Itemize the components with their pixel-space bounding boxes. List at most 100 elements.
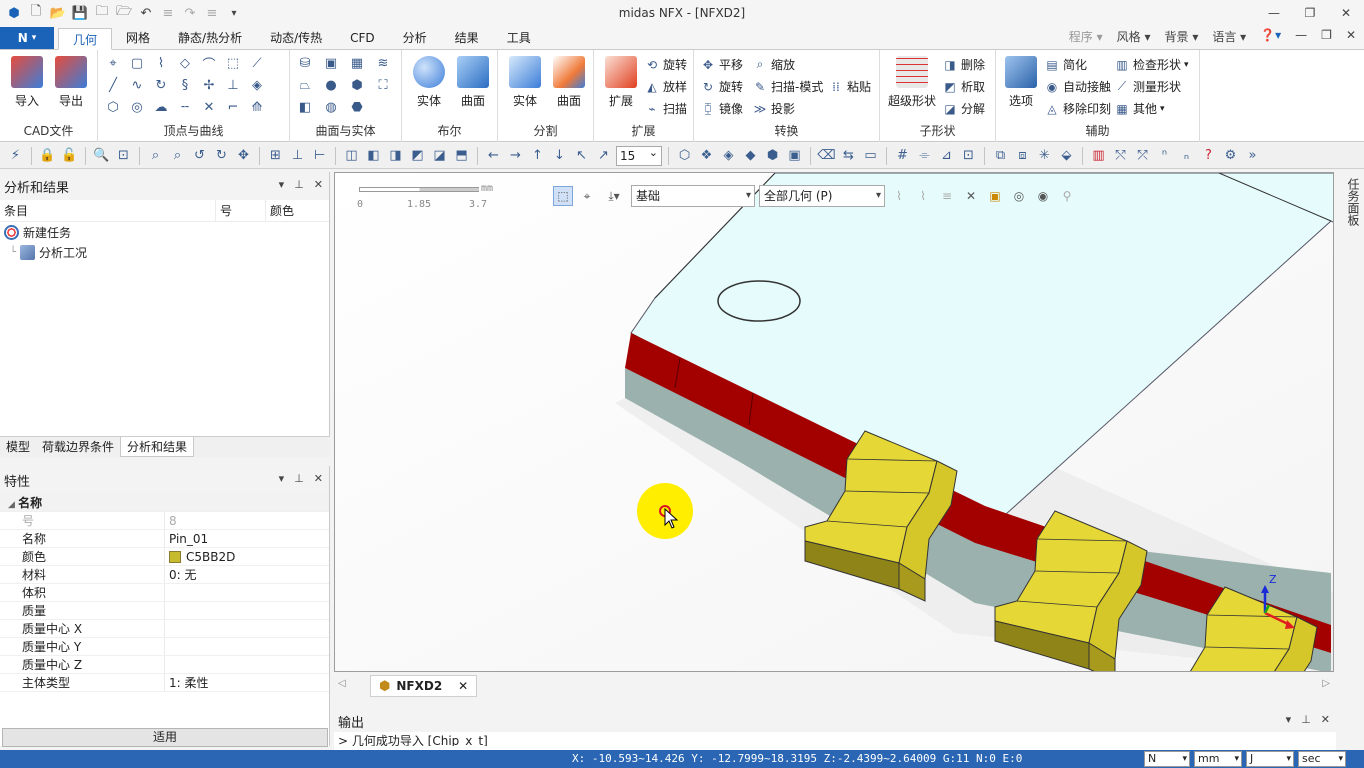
tab-cfd[interactable]: CFD xyxy=(336,27,389,49)
rotate-button[interactable]: ↻ 旋转 xyxy=(700,78,743,95)
cylinder-icon[interactable]: ⛁ xyxy=(296,54,314,72)
property-value[interactable] xyxy=(165,638,169,655)
property-value[interactable]: C5BB2D xyxy=(165,548,235,565)
explode-button[interactable]: ◩ 析取 xyxy=(942,78,985,95)
property-value[interactable] xyxy=(165,620,169,637)
wave-icon[interactable]: ≋ xyxy=(374,54,392,72)
panel-menu-icon[interactable]: ▾ xyxy=(1286,713,1292,726)
new-file-icon[interactable]: 🗋 xyxy=(26,3,46,23)
geometry-select[interactable]: 全部几何 (P) xyxy=(759,185,885,207)
cross-select-icon[interactable]: ✕ xyxy=(961,186,981,206)
view-left-icon[interactable]: ◩ xyxy=(408,146,427,165)
fillet-icon[interactable]: ⌐ xyxy=(224,98,242,116)
mesh-display-icon[interactable]: ❖ xyxy=(697,146,716,165)
surface-fill-icon[interactable]: ⛶ xyxy=(374,76,392,94)
ribbon-minimize-icon[interactable]: — xyxy=(1295,28,1307,45)
model-scene[interactable]: Z xyxy=(335,173,1334,672)
offset-icon[interactable]: ⟰ xyxy=(248,98,266,116)
rect-curve-icon[interactable]: ⬚ xyxy=(224,54,242,72)
select-filter-icon[interactable]: ⌖ xyxy=(577,186,597,206)
ribbon-close-icon[interactable]: ✕ xyxy=(1346,28,1356,45)
help-tool-icon[interactable]: ? xyxy=(1199,146,1218,165)
restore-icon[interactable]: ❐ xyxy=(1292,0,1328,26)
project-button[interactable]: ≫ 投影 xyxy=(752,100,795,117)
3d-viewport[interactable]: Z mm 0 1.85 3.7 ⬚ ⌖ ⤓▾ 基础 全部几何 (P) ⌇ ⌇ ≡… xyxy=(334,172,1334,672)
undo-list-icon[interactable]: ≡ xyxy=(158,3,178,23)
pan-icon[interactable]: ✥ xyxy=(234,146,253,165)
redo-icon[interactable]: ↷ xyxy=(180,3,200,23)
style-menu[interactable]: 风格 ▾ xyxy=(1117,28,1151,45)
property-value[interactable]: 0: 无 xyxy=(165,566,197,583)
zoom-fit-icon[interactable]: ⊡ xyxy=(114,146,133,165)
shade-4-icon[interactable]: ▣ xyxy=(785,146,804,165)
column-number[interactable]: 号 xyxy=(216,199,266,222)
app-menu-button[interactable]: N ▾ xyxy=(0,27,54,49)
curve-select-2-icon[interactable]: ⌇ xyxy=(913,186,933,206)
energy-unit-select[interactable]: J xyxy=(1246,751,1294,767)
open-folder-icon[interactable]: 🗀 xyxy=(92,3,112,23)
polyline-icon[interactable]: ⌇ xyxy=(152,54,170,72)
measure-shape-button[interactable]: ⟋ 测量形状 xyxy=(1114,78,1181,95)
shade-2-icon[interactable]: ◆ xyxy=(741,146,760,165)
sweep-mode-button[interactable]: ✎ 扫描-模式 xyxy=(752,78,823,95)
property-value[interactable] xyxy=(165,656,169,673)
box-icon[interactable]: ▣ xyxy=(322,54,340,72)
line-icon[interactable]: ╱ xyxy=(104,76,122,94)
remove-imprint-button[interactable]: ◬ 移除印刻 xyxy=(1044,100,1111,117)
tool-settings-icon[interactable]: ⚙ xyxy=(1221,146,1240,165)
arrow-up-left-icon[interactable]: ↖ xyxy=(572,146,591,165)
property-value[interactable] xyxy=(165,584,169,601)
node-query-icon[interactable]: ⁿ xyxy=(1155,146,1174,165)
apply-button[interactable]: 适用 xyxy=(2,728,328,747)
panel-pin-icon[interactable]: ⊥ xyxy=(294,178,304,191)
node-icon[interactable]: ✳ xyxy=(1035,146,1054,165)
tab-analysis-results[interactable]: 分析和结果 xyxy=(120,437,195,457)
check-shape-button[interactable]: ▥ 检查形状 ▾ xyxy=(1114,56,1188,73)
copy-view-icon[interactable]: ⧉ xyxy=(991,146,1010,165)
auto-connect-button[interactable]: ◉ 自动接触 xyxy=(1044,78,1111,95)
zoom-in-icon[interactable]: 🔍 xyxy=(92,146,111,165)
box-select-icon[interactable]: ▣ xyxy=(985,186,1005,206)
spiral-icon[interactable]: § xyxy=(176,76,194,94)
display-cube-icon[interactable]: ⬡ xyxy=(675,146,694,165)
shade-3-icon[interactable]: ⬢ xyxy=(763,146,782,165)
arrow-up-right-icon[interactable]: ↗ xyxy=(594,146,613,165)
property-row[interactable]: 体积 xyxy=(0,584,329,602)
ribbon-restore-icon[interactable]: ❐ xyxy=(1321,28,1332,45)
torus-icon[interactable]: ◍ xyxy=(322,98,340,116)
shade-icon[interactable]: ◈ xyxy=(719,146,738,165)
tab-tools[interactable]: 工具 xyxy=(493,27,545,49)
revolve-button[interactable]: ⟲ 旋转 xyxy=(644,56,687,73)
tab-scroll-right-icon[interactable]: ▷ xyxy=(1322,678,1330,689)
hide-show-icon[interactable]: ⇆ xyxy=(839,146,858,165)
delete-button[interactable]: ◨ 删除 xyxy=(942,56,985,73)
export-button[interactable]: 导出 xyxy=(50,56,92,109)
panel-menu-icon[interactable]: ▾ xyxy=(279,178,285,191)
property-row[interactable]: 主体类型 1: 柔性 xyxy=(0,674,329,692)
tab-load-bc[interactable]: 荷载边界条件 xyxy=(36,437,120,457)
arrow-right-icon[interactable]: → xyxy=(506,146,525,165)
target-icon[interactable]: ◎ xyxy=(1009,186,1029,206)
simplify-button[interactable]: ▤ 简化 xyxy=(1044,56,1087,73)
panel-close-icon[interactable]: ✕ xyxy=(1321,713,1330,726)
property-row[interactable]: 质量中心 X xyxy=(0,620,329,638)
query-2-icon[interactable]: ⤱ xyxy=(1133,146,1152,165)
pick-dropdown-icon[interactable]: ⤓▾ xyxy=(601,186,627,206)
extend-button[interactable]: 扩展 xyxy=(600,56,642,109)
document-tab[interactable]: ⬢ NFXD2 ✕ xyxy=(370,675,478,697)
background-menu[interactable]: 背景 ▾ xyxy=(1164,28,1198,45)
tab-geometry[interactable]: 几何 xyxy=(58,28,113,50)
layers-icon[interactable]: ⧈ xyxy=(1013,146,1032,165)
axis-icon[interactable]: ⊥ xyxy=(288,146,307,165)
work-plane-icon[interactable]: ⊿ xyxy=(937,146,956,165)
hex-solid-icon[interactable]: ⬣ xyxy=(348,98,366,116)
more-tools-icon[interactable]: » xyxy=(1243,146,1262,165)
task-panel-tab[interactable]: 任务面板 xyxy=(1336,172,1362,252)
circle-icon[interactable]: ◎ xyxy=(128,98,146,116)
close-tab-icon[interactable]: ✕ xyxy=(458,679,468,693)
force-unit-select[interactable]: N xyxy=(1144,751,1190,767)
panel-pin-icon[interactable]: ⊥ xyxy=(294,472,304,485)
tab-results[interactable]: 结果 xyxy=(441,27,493,49)
loft-button[interactable]: ◭ 放样 xyxy=(644,78,687,95)
length-unit-select[interactable]: mm xyxy=(1194,751,1242,767)
